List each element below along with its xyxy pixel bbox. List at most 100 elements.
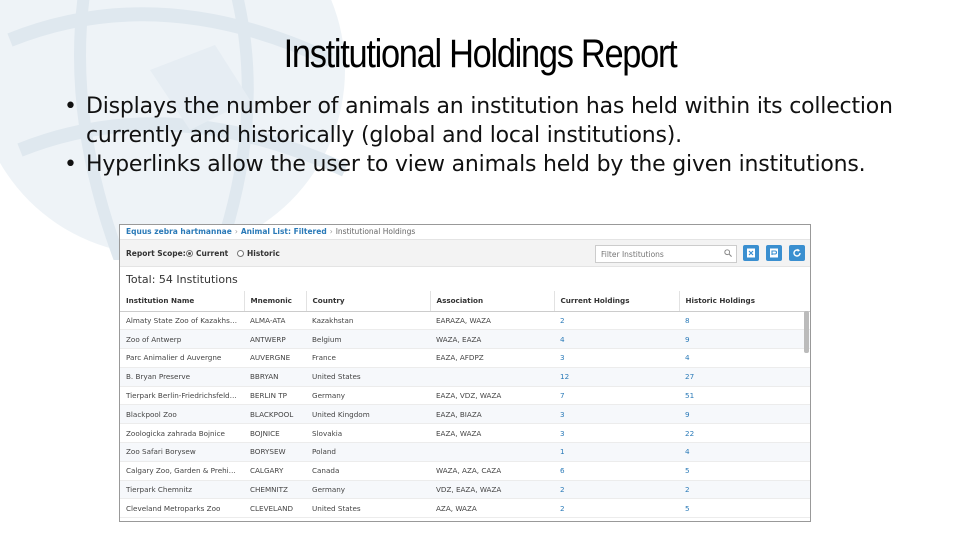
mnemonic: CHEMNITZ xyxy=(244,480,306,500)
historic-holdings-link[interactable]: 9 xyxy=(679,404,810,425)
historic-holdings-link[interactable]: 22 xyxy=(679,423,810,444)
table-scrollbar[interactable] xyxy=(804,311,809,353)
current-holdings-link[interactable]: 3 xyxy=(554,423,679,444)
excel-file-icon xyxy=(747,248,755,258)
breadcrumb-current: Institutional Holdings xyxy=(335,227,416,236)
institution-name: B. Bryan Preserve xyxy=(120,367,244,387)
historic-holdings-link[interactable]: 8 xyxy=(679,311,810,331)
country: France xyxy=(306,348,430,368)
association: EAZA, WAZA xyxy=(430,423,554,444)
report-scope-label: Report Scope: xyxy=(126,249,186,258)
bullet-list: Displays the number of animals an instit… xyxy=(62,92,922,179)
table-row[interactable]: Almaty State Zoo of Kazakhstan ALMA-ATA Ka… xyxy=(120,311,810,331)
mnemonic: ALMA-ATA xyxy=(244,311,306,331)
refresh-icon xyxy=(793,248,801,257)
institution-name: Cleveland Metroparks Zoo xyxy=(120,498,244,519)
association: EAZA, VDZ, WAZA xyxy=(430,386,554,406)
slide-title: Institutional Holdings Report xyxy=(283,32,678,76)
current-holdings-link[interactable]: 3 xyxy=(554,404,679,425)
current-holdings-link[interactable]: 12 xyxy=(554,367,679,387)
association: EAZA, AFDPZ xyxy=(430,348,554,368)
pdf-file-icon xyxy=(770,248,778,258)
table-row[interactable]: Cleveland Metroparks Zoo CLEVELAND United … xyxy=(120,498,810,519)
mnemonic: BBRYAN xyxy=(244,367,306,387)
radio-selected-icon xyxy=(186,250,193,257)
breadcrumb-animal-list-link[interactable]: Animal List: Filtered xyxy=(241,227,327,236)
export-pdf-button[interactable] xyxy=(766,245,782,261)
current-holdings-link[interactable]: 2 xyxy=(554,480,679,500)
country: United Kingdom xyxy=(306,404,430,425)
historic-holdings-link[interactable]: 5 xyxy=(679,498,810,519)
historic-holdings-link[interactable]: 9 xyxy=(679,329,810,350)
institution-name: Almaty State Zoo of Kazakhstan xyxy=(120,311,244,331)
table-row[interactable]: Tierpark Berlin-Friedrichsfelde ... BERLI… xyxy=(120,386,810,406)
scope-option-label: Current xyxy=(196,249,229,258)
historic-holdings-link[interactable]: 2 xyxy=(679,480,810,500)
table-row[interactable]: B. Bryan Preserve BBRYAN United States 12 27 xyxy=(120,367,810,387)
mnemonic: BLACKPOOL xyxy=(244,404,306,425)
institution-name: Tierpark Berlin-Friedrichsfelde ... xyxy=(120,386,244,406)
country: Canada xyxy=(306,461,430,481)
chevron-right-icon: › xyxy=(329,227,333,236)
mnemonic: AUVERGNE xyxy=(244,348,306,368)
country: United States xyxy=(306,498,430,519)
mnemonic: BERLIN TP xyxy=(244,386,306,406)
table-header-row: Institution Name Mnemonic Country Associ… xyxy=(120,291,810,312)
table-row[interactable]: Zoologicka zahrada Bojnice BOJNICE Slovaki… xyxy=(120,423,810,444)
institution-name: Blackpool Zoo xyxy=(120,404,244,425)
scope-radio-historic[interactable]: Historic xyxy=(237,249,280,258)
current-holdings-link[interactable]: 7 xyxy=(554,386,679,406)
country: Kazakhstan xyxy=(306,311,430,331)
current-holdings-link[interactable]: 3 xyxy=(554,348,679,368)
export-excel-button[interactable] xyxy=(743,245,759,261)
scope-radio-current[interactable]: Current xyxy=(186,249,228,258)
association xyxy=(430,442,554,462)
historic-holdings-link[interactable]: 51 xyxy=(679,386,810,406)
table-row[interactable]: Zoo of Antwerp ANTWERP Belgium WAZA, EAZA 4 9 xyxy=(120,329,810,350)
institution-name: Tierpark Chemnitz xyxy=(120,480,244,500)
table-row[interactable]: Parc Animalier d Auvergne AUVERGNE France E… xyxy=(120,348,810,368)
bullet-item: Displays the number of animals an instit… xyxy=(62,92,922,150)
country: United States xyxy=(306,367,430,387)
column-header-mnemonic[interactable]: Mnemonic xyxy=(244,291,307,312)
country: Germany xyxy=(306,480,430,500)
association: EAZA, BIAZA xyxy=(430,404,554,425)
historic-holdings-link[interactable]: 4 xyxy=(679,442,810,462)
country: Germany xyxy=(306,386,430,406)
total-institutions-count: Total: 54 Institutions xyxy=(126,273,238,286)
scope-option-label: Historic xyxy=(247,249,280,258)
current-holdings-link[interactable]: 6 xyxy=(554,461,679,481)
column-header-country[interactable]: Country xyxy=(306,291,431,312)
association: AZA, WAZA xyxy=(430,498,554,519)
institution-name: Zoo of Antwerp xyxy=(120,329,244,350)
refresh-button[interactable] xyxy=(789,245,805,261)
current-holdings-link[interactable]: 4 xyxy=(554,329,679,350)
institution-name: Zoologicka zahrada Bojnice xyxy=(120,423,244,444)
institutions-table: Institution Name Mnemonic Country Associ… xyxy=(120,291,810,519)
current-holdings-link[interactable]: 2 xyxy=(554,498,679,519)
table-row[interactable]: Zoo Safari Borysew BORYSEW Poland 1 4 xyxy=(120,442,810,462)
institution-name: Parc Animalier d Auvergne xyxy=(120,348,244,368)
current-holdings-link[interactable]: 1 xyxy=(554,442,679,462)
column-header-institution-name[interactable]: Institution Name xyxy=(120,291,245,312)
breadcrumb-species-link[interactable]: Equus zebra hartmannae xyxy=(126,227,232,236)
country: Poland xyxy=(306,442,430,462)
table-row[interactable]: Tierpark Chemnitz CHEMNITZ Germany VDZ, EAZ… xyxy=(120,480,810,500)
table-row[interactable]: Calgary Zoo, Garden & Prehisto... CALGARY… xyxy=(120,461,810,481)
mnemonic: BORYSEW xyxy=(244,442,306,462)
historic-holdings-link[interactable]: 4 xyxy=(679,348,810,368)
institution-name: Calgary Zoo, Garden & Prehisto... xyxy=(120,461,244,481)
column-header-historic-holdings[interactable]: Historic Holdings xyxy=(679,291,810,312)
mnemonic: BOJNICE xyxy=(244,423,306,444)
historic-holdings-link[interactable]: 27 xyxy=(679,367,810,387)
filter-institutions-input[interactable] xyxy=(595,245,737,263)
column-header-association[interactable]: Association xyxy=(430,291,555,312)
country: Belgium xyxy=(306,329,430,350)
table-row[interactable]: Blackpool Zoo BLACKPOOL United Kingdom EAZA… xyxy=(120,404,810,425)
mnemonic: ANTWERP xyxy=(244,329,306,350)
column-header-current-holdings[interactable]: Current Holdings xyxy=(554,291,680,312)
association: WAZA, EAZA xyxy=(430,329,554,350)
report-toolbar: Report Scope: Current Historic xyxy=(120,239,810,267)
historic-holdings-link[interactable]: 5 xyxy=(679,461,810,481)
current-holdings-link[interactable]: 2 xyxy=(554,311,679,331)
